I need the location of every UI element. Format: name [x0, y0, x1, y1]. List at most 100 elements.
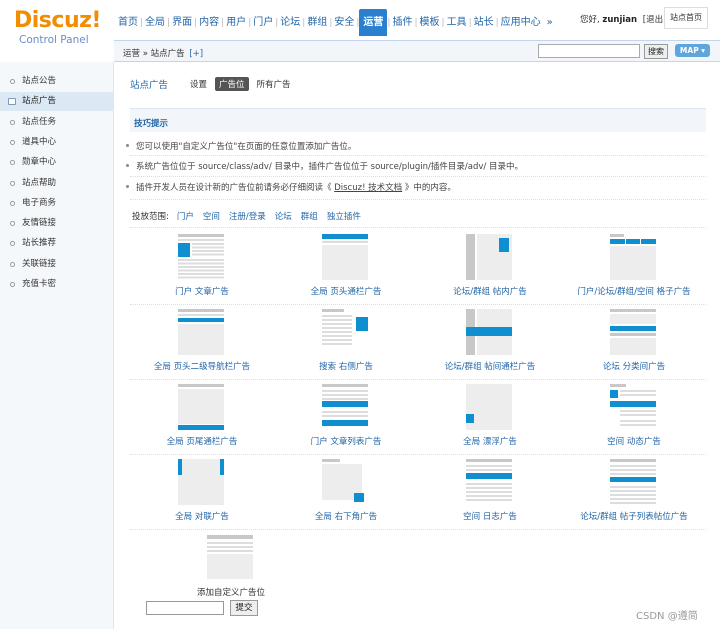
tab-all-ads[interactable]: 所有广告 — [253, 77, 295, 91]
feed-ad-icon — [610, 384, 656, 426]
sidebar-item-label: 友情链接 — [22, 218, 57, 229]
ad-position-label[interactable]: 门户 文章列表广告 — [274, 435, 418, 447]
ad-position-item[interactable]: 全局 页尾通栏广告 — [130, 384, 274, 456]
nav-item[interactable]: 站长 — [472, 10, 496, 36]
nav-item[interactable]: 首页 — [116, 10, 140, 36]
custom-ad-input[interactable] — [146, 601, 224, 615]
nav-item[interactable]: 群组 — [305, 10, 329, 36]
divider — [130, 227, 706, 228]
nav-item[interactable]: 应用中心 — [499, 10, 543, 36]
sub-bar: 运营 » 站点广告 [+] 搜索 MAP ▾ — [114, 40, 720, 62]
ad-position-label[interactable]: 论坛/群组 帖间通栏广告 — [418, 360, 562, 372]
nav-item[interactable]: 模板 — [418, 10, 442, 36]
nav-item[interactable]: 运营 — [359, 9, 388, 36]
grid-ad-icon — [610, 234, 656, 280]
ad-position-label[interactable]: 全局 漂浮广告 — [418, 435, 562, 447]
scope-link[interactable]: 群组 — [301, 210, 318, 222]
ad-position-label[interactable]: 空间 动态广告 — [562, 435, 706, 447]
ad-position-item[interactable]: 搜索 右侧广告 — [274, 309, 418, 381]
ad-position-label[interactable]: 论坛/群组 帖内广告 — [418, 285, 562, 297]
nav-item[interactable]: 内容 — [197, 10, 221, 36]
ad-position-label[interactable]: 全局 右下角广告 — [274, 510, 418, 522]
nav-item[interactable]: 论坛 — [278, 10, 302, 36]
sidebar-item[interactable]: 道具中心 — [0, 133, 113, 152]
nav-item[interactable]: 插件 — [390, 10, 414, 36]
submit-button[interactable]: 提交 — [230, 600, 258, 616]
sidebar-item[interactable]: 站点帮助 — [0, 174, 113, 193]
watermark: CSDN @遵简 — [636, 611, 698, 622]
tech-doc-link[interactable]: Discuz! 技术文档 — [334, 183, 402, 193]
corner-ad-icon — [322, 459, 364, 502]
breadcrumb-text: 运营 » 站点广告 — [123, 49, 185, 59]
sidebar-item[interactable]: 关联链接 — [0, 255, 113, 274]
ad-position-label[interactable]: 门户/论坛/群组/空间 格子广告 — [562, 285, 706, 297]
bullet-icon — [10, 79, 15, 84]
search-button[interactable]: 搜索 — [644, 44, 668, 59]
discuz-logo[interactable]: Discuz! Control Panel — [14, 8, 110, 52]
sidebar-item-label: 站点帮助 — [22, 177, 57, 188]
ad-position-label[interactable]: 空间 日志广告 — [418, 510, 562, 522]
divider — [130, 155, 706, 156]
page-title: 站点广告 — [130, 80, 169, 91]
ad-position-item[interactable]: 论坛 分类间广告 — [562, 309, 706, 381]
ad-position-label[interactable]: 论坛 分类间广告 — [562, 360, 706, 372]
ad-position-label[interactable]: 搜索 右侧广告 — [274, 360, 418, 372]
tips-header: 技巧提示 — [130, 108, 706, 132]
ad-position-item[interactable]: 空间 日志广告 — [418, 459, 562, 531]
ad-position-item[interactable]: 论坛/群组 帖子列表帖位广告 — [562, 459, 706, 531]
nav-item[interactable]: 界面 — [170, 10, 194, 36]
sidebar-item[interactable]: 站点广告 — [0, 92, 113, 112]
nav-item[interactable]: 全局 — [143, 10, 167, 36]
ad-position-label[interactable]: 全局 页尾通栏广告 — [130, 435, 274, 447]
search-right-ad-icon — [322, 309, 368, 345]
ad-position-item[interactable]: 论坛/群组 帖内广告 — [418, 234, 562, 306]
ad-position-label[interactable]: 全局 页头通栏广告 — [274, 285, 418, 297]
sidebar-item[interactable]: 勋章中心 — [0, 153, 113, 172]
ad-position-item[interactable]: 全局 页头二级导航栏广告 — [130, 309, 274, 381]
nav-item[interactable]: 门户 — [251, 10, 275, 36]
ad-position-item[interactable]: 论坛/群组 帖间通栏广告 — [418, 309, 562, 381]
nav-item[interactable]: 安全 — [332, 10, 356, 36]
tab-settings[interactable]: 设置 — [186, 77, 211, 91]
thread-inner-ad-icon — [466, 234, 512, 280]
logout-link[interactable]: [退出] — [643, 15, 667, 25]
ad-position-item[interactable]: 空间 动态广告 — [562, 384, 706, 456]
ad-position-item[interactable]: 门户 文章列表广告 — [274, 384, 418, 456]
map-button[interactable]: MAP ▾ — [675, 44, 710, 57]
sidebar-item[interactable]: 充值卡密 — [0, 275, 113, 294]
footer-banner-ad-icon — [178, 384, 224, 430]
add-shortcut-link[interactable]: [+] — [189, 49, 203, 59]
sidebar-item[interactable]: 站长推荐 — [0, 234, 113, 253]
ad-position-label[interactable]: 全局 页头二级导航栏广告 — [130, 360, 274, 372]
nav-more-icon[interactable]: » — [543, 10, 553, 36]
sidebar: 站点公告 站点广告 站点任务 道具中心 勋章中心站点帮助电子商务友情链接站长推荐关联链接… — [0, 62, 114, 629]
ad-position-item[interactable]: 全局 对联广告 — [130, 459, 274, 531]
scope-link[interactable]: 论坛 — [275, 210, 292, 222]
scope-link[interactable]: 注册/登录 — [229, 210, 266, 222]
header-banner-ad-icon — [322, 234, 368, 280]
sidebar-item-label: 电子商务 — [22, 197, 57, 208]
ad-position-item[interactable]: 全局 漂浮广告 — [418, 384, 562, 456]
search-input[interactable] — [538, 44, 640, 58]
scope-link[interactable]: 门户 — [177, 210, 194, 222]
sidebar-item[interactable]: 站点公告 — [0, 72, 113, 91]
ad-position-item[interactable]: 门户 文章广告 — [130, 234, 274, 306]
custom-ad-position[interactable]: 添加自定义广告位 — [159, 535, 303, 607]
scope-link[interactable]: 空间 — [203, 210, 220, 222]
site-home-button[interactable]: 站点首页 — [664, 7, 708, 29]
sidebar-item[interactable]: 友情链接 — [0, 214, 113, 233]
bullet-icon — [10, 119, 15, 125]
sidebar-item[interactable]: 电子商务 — [0, 194, 113, 213]
divider — [130, 199, 706, 200]
sidebar-item[interactable]: 站点任务 — [0, 113, 113, 132]
ad-position-label[interactable]: 门户 文章广告 — [130, 285, 274, 297]
ad-position-label[interactable]: 全局 对联广告 — [130, 510, 274, 522]
tab-ad-positions[interactable]: 广告位 — [215, 77, 249, 91]
ad-position-item[interactable]: 门户/论坛/群组/空间 格子广告 — [562, 234, 706, 306]
ad-position-item[interactable]: 全局 页头通栏广告 — [274, 234, 418, 306]
scope-link[interactable]: 独立插件 — [327, 210, 361, 222]
ad-position-label[interactable]: 论坛/群组 帖子列表帖位广告 — [562, 510, 706, 522]
nav-item[interactable]: 工具 — [445, 10, 469, 36]
ad-position-item[interactable]: 全局 右下角广告 — [274, 459, 418, 531]
nav-item[interactable]: 用户 — [224, 10, 248, 36]
